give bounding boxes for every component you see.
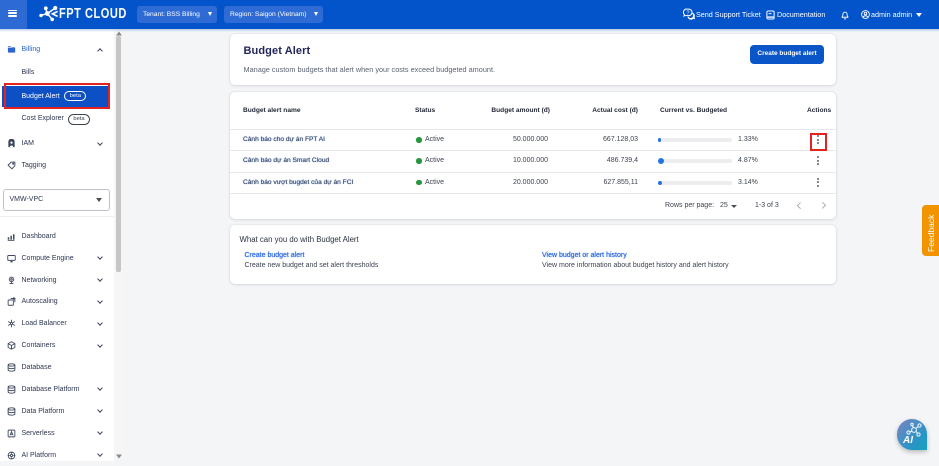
svg-text:?: ? — [686, 11, 689, 17]
svg-text:AI: AI — [902, 435, 913, 446]
